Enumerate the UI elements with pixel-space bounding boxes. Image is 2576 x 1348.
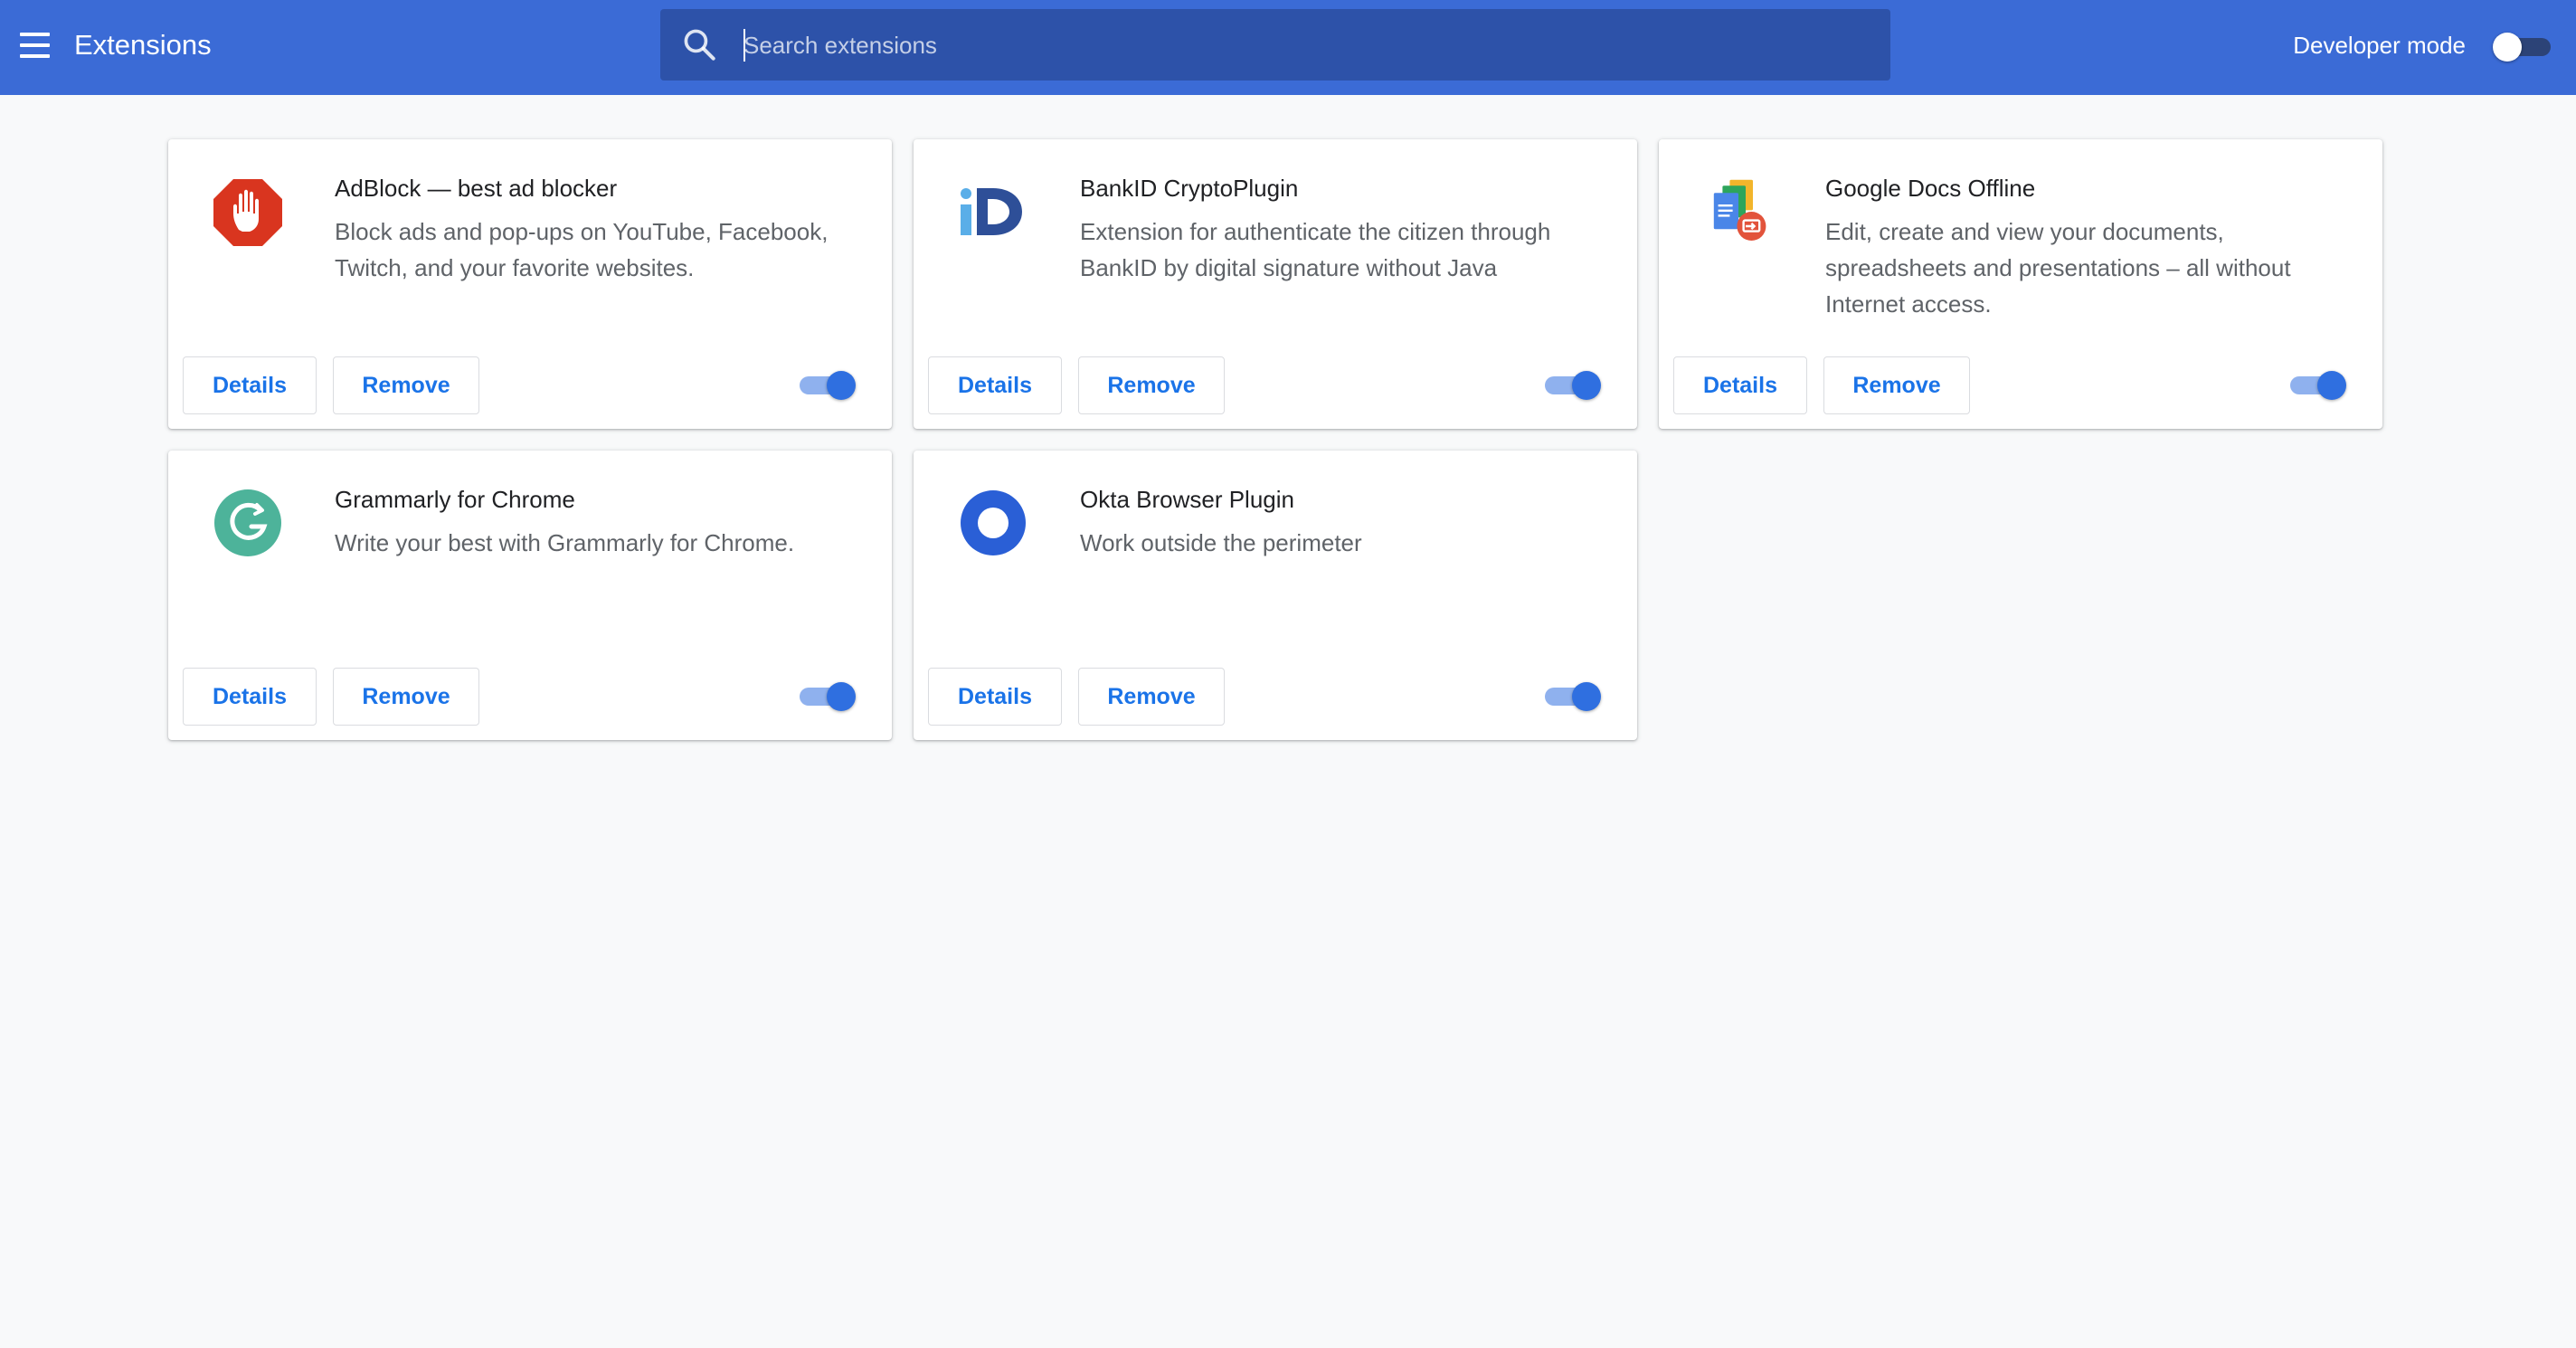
extension-enable-toggle[interactable]	[2290, 371, 2348, 400]
extension-card-grammarly: Grammarly for Chrome Write your best wit…	[168, 451, 892, 740]
extension-card-bankid: BankID CryptoPlugin Extension for authen…	[914, 139, 1637, 429]
developer-mode-toggle[interactable]	[2493, 31, 2551, 62]
extension-enable-toggle[interactable]	[800, 371, 857, 400]
extensions-toolbar: Extensions Developer mode	[0, 0, 2576, 95]
google-docs-offline-icon	[1702, 176, 1775, 248]
extension-enable-toggle[interactable]	[800, 682, 857, 711]
page-title: Extensions	[74, 29, 212, 61]
extension-card-google-docs-offline: Google Docs Offline Edit, create and vie…	[1659, 139, 2382, 429]
details-button[interactable]: Details	[183, 356, 317, 414]
details-button[interactable]: Details	[928, 668, 1062, 726]
grammarly-icon	[212, 487, 284, 559]
extension-description: Work outside the perimeter	[1080, 529, 1362, 556]
details-button[interactable]: Details	[928, 356, 1062, 414]
extension-name: AdBlock — best ad blocker	[335, 175, 618, 202]
remove-button[interactable]: Remove	[1078, 356, 1225, 414]
search-icon[interactable]	[680, 25, 720, 65]
search-caret	[743, 29, 745, 62]
adblock-hand-icon	[212, 176, 284, 248]
remove-button[interactable]: Remove	[1823, 356, 1970, 414]
okta-icon	[957, 487, 1029, 559]
search-input[interactable]	[742, 22, 1863, 69]
extension-card-okta: Okta Browser Plugin Work outside the per…	[914, 451, 1637, 740]
remove-button[interactable]: Remove	[1078, 668, 1225, 726]
remove-button[interactable]: Remove	[333, 668, 479, 726]
extension-name: Okta Browser Plugin	[1080, 486, 1294, 513]
extension-enable-toggle[interactable]	[1545, 682, 1603, 711]
extension-name: BankID CryptoPlugin	[1080, 175, 1299, 202]
extension-card-adblock: AdBlock — best ad blocker Block ads and …	[168, 139, 892, 429]
extension-name: Grammarly for Chrome	[335, 486, 575, 513]
search-bar[interactable]	[660, 9, 1890, 81]
hamburger-menu-icon[interactable]	[13, 24, 56, 67]
extension-description: Block ads and pop-ups on YouTube, Facebo…	[335, 218, 829, 281]
bankid-icon	[957, 176, 1029, 248]
remove-button[interactable]: Remove	[333, 356, 479, 414]
details-button[interactable]: Details	[1673, 356, 1807, 414]
developer-mode-label: Developer mode	[2293, 32, 2466, 59]
extension-description: Extension for authenticate the citizen t…	[1080, 218, 1551, 281]
extension-enable-toggle[interactable]	[1545, 371, 1603, 400]
extension-description: Write your best with Grammarly for Chrom…	[335, 529, 795, 556]
extension-name: Google Docs Offline	[1825, 175, 2036, 202]
details-button[interactable]: Details	[183, 668, 317, 726]
extension-description: Edit, create and view your documents, sp…	[1825, 218, 2291, 318]
